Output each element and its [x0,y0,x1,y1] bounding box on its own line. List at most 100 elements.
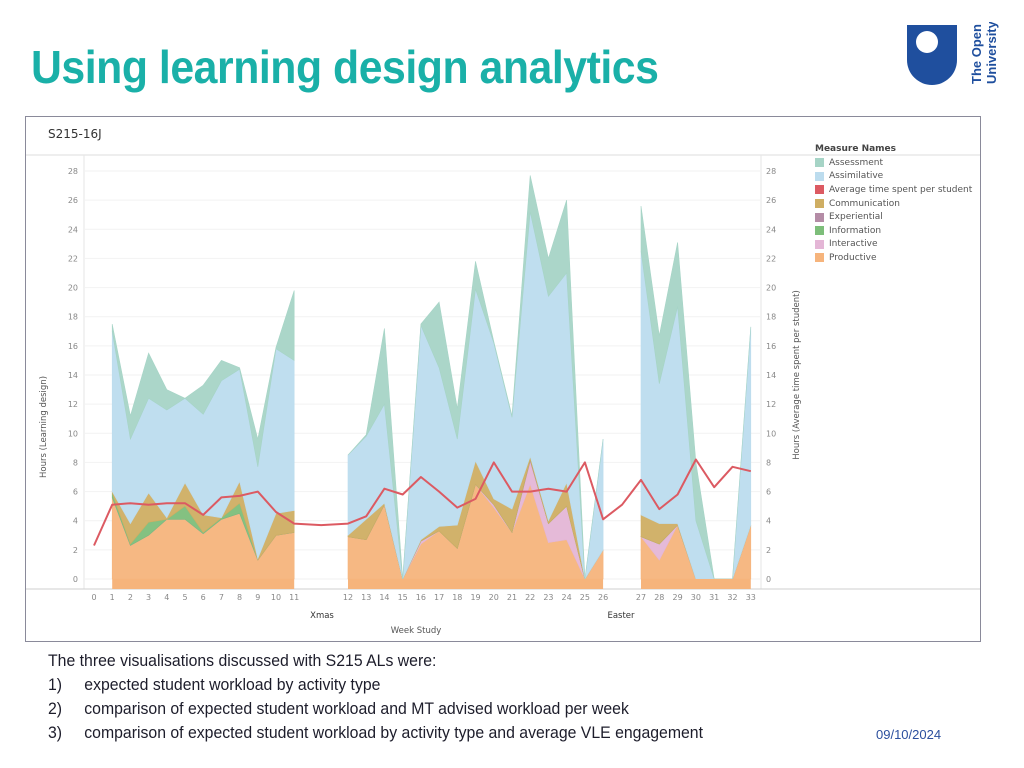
open-university-logo: The Open University [907,22,999,85]
y-tick-label: 10 [68,429,78,438]
area-base [641,579,751,589]
legend-label: Average time spent per student [829,184,973,195]
y2-tick-label: 2 [766,546,771,555]
x-tick-label: 6 [201,593,206,602]
x-tick-label: 8 [237,593,242,602]
y2-tick-label: 22 [766,254,776,263]
legend-swatch [815,158,824,168]
list-item: 1) expected student workload by activity … [48,673,703,697]
legend-label: Communication [829,198,900,209]
legend-swatch [815,185,824,195]
y-tick-label: 18 [68,313,78,322]
y2-tick-label: 12 [766,400,776,409]
x-tick-label: 21 [507,593,517,602]
y-axis-label: Hours (Learning design) [39,376,49,478]
x-tick-label: 11 [289,593,299,602]
list-text: expected student workload by activity ty… [84,675,381,694]
y-tick-label: 4 [73,517,78,526]
x-tick-label: 7 [219,593,224,602]
x-tick-label: 32 [727,593,737,602]
legend-item: Interactive [815,238,972,252]
y2-tick-label: 6 [766,488,771,497]
y-tick-label: 2 [73,546,78,555]
chart-legend: Measure Names Assessment Assimilative Aver… [815,144,972,265]
legend-item: Communication [815,197,972,211]
legend-label: Information [829,225,882,236]
x-tick-label: 22 [525,593,535,602]
legend-label: Assessment [829,157,883,168]
x-tick-label: 25 [580,593,590,602]
y2-tick-label: 24 [766,225,776,234]
legend-item: Assimilative [815,170,972,184]
y-tick-label: 12 [68,400,78,409]
y-tick-label: 14 [68,371,78,380]
intro-text: The three visualisations discussed with … [48,651,437,670]
x-tick-label: 12 [343,593,353,602]
x-tick-label: 28 [654,593,664,602]
x-tick-label: 23 [543,593,553,602]
x-tick-label: 20 [489,593,499,602]
x-tick-label: 16 [416,593,426,602]
y-tick-label: 6 [73,488,78,497]
xmas-label: Xmas [310,611,334,621]
legend-swatch [815,199,824,209]
x-tick-label: 18 [452,593,462,602]
y2-tick-label: 4 [766,517,771,526]
list-number: 1) [48,675,63,694]
y-tick-label: 22 [68,254,78,263]
legend-label: Experiential [829,212,883,223]
y-tick-label: 8 [73,458,78,467]
y2-axis-label: Hours (Average time spent per student) [792,290,802,460]
y2-tick-label: 16 [766,342,776,351]
y-tick-label: 28 [68,167,78,176]
y-tick-label: 26 [68,196,78,205]
x-tick-label: 4 [164,593,169,602]
slide-date: 09/10/2024 [876,727,942,742]
legend-swatch [815,212,824,222]
x-tick-label: 1 [110,593,115,602]
y2-tick-label: 18 [766,313,776,322]
legend-swatch [815,171,824,181]
x-tick-label: 2 [128,593,133,602]
legend-swatch [815,239,824,249]
legend-swatch [815,253,824,263]
x-tick-label: 10 [271,593,281,602]
legend-label: Productive [829,252,877,263]
x-tick-label: 26 [598,593,608,602]
x-tick-label: 13 [361,593,371,602]
y2-tick-label: 14 [766,371,776,380]
list-text: comparison of expected student workload … [84,723,703,742]
y2-tick-label: 26 [766,196,776,205]
list-number: 3) [48,723,63,742]
y2-tick-label: 8 [766,458,771,467]
x-tick-label: 0 [91,593,96,602]
list-item: 2) comparison of expected student workloa… [48,697,703,721]
legend-label: Assimilative [829,171,884,182]
legend-swatch [815,226,824,236]
x-tick-label: 5 [182,593,187,602]
list-text: comparison of expected student workload … [84,699,629,718]
list-item: 3) comparison of expected student workloa… [48,721,703,745]
easter-label: Easter [607,611,635,621]
y2-tick-label: 28 [766,167,776,176]
x-tick-label: 31 [709,593,719,602]
x-tick-label: 17 [434,593,444,602]
slide-body: The three visualisations discussed with … [48,649,703,745]
slide-title: Using learning design analytics [31,41,659,93]
legend-label: Interactive [829,239,878,250]
x-tick-label: 27 [636,593,646,602]
chart-title: S215-16J [48,127,102,141]
list-number: 2) [48,699,63,718]
y-tick-label: 0 [73,575,78,584]
x-tick-label: 29 [673,593,683,602]
y-tick-label: 24 [68,225,78,234]
legend-item: Assessment [815,156,972,170]
x-axis-label: Week Study [391,626,442,636]
x-tick-label: 24 [562,593,572,602]
logo-text-university: University [984,22,999,84]
x-tick-label: 14 [379,593,389,602]
legend-title: Measure Names [815,144,897,154]
y-tick-label: 20 [68,284,78,293]
y2-tick-label: 20 [766,284,776,293]
legend-item: Average time spent per student [815,183,972,197]
